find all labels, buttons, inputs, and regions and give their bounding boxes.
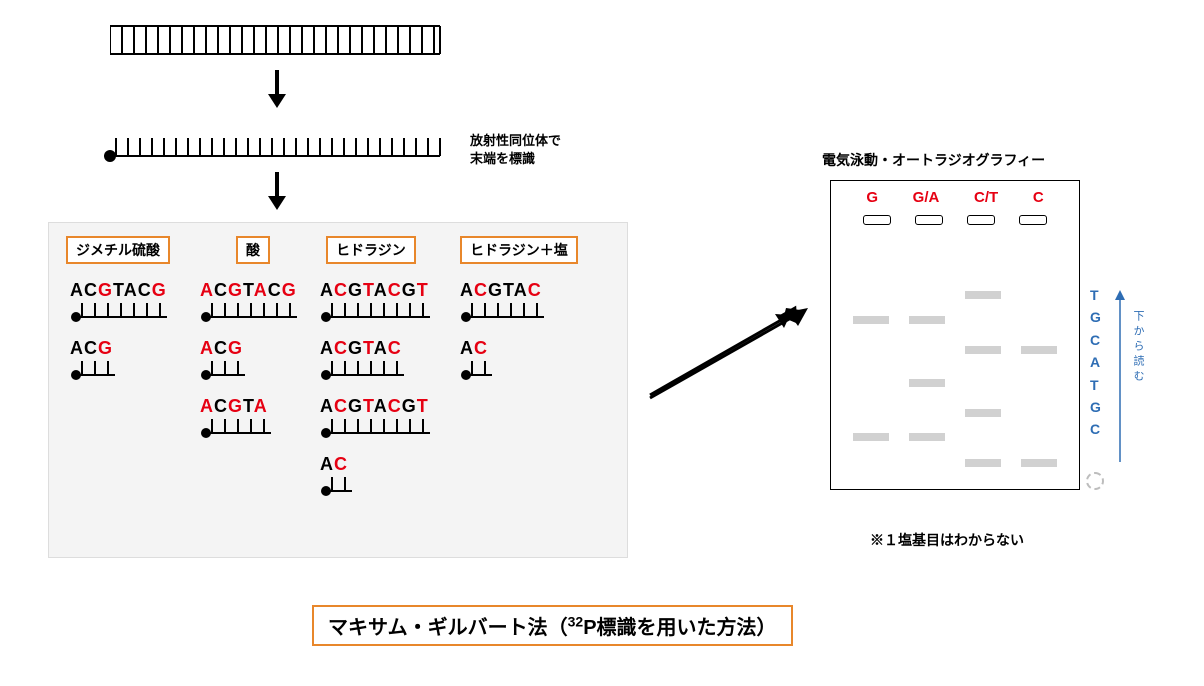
fragment-sequence: ACG	[200, 338, 309, 359]
gel-band	[965, 459, 1001, 467]
fragment-sequence: AC	[320, 454, 442, 475]
gel-band	[909, 379, 945, 387]
read-direction-label: 下から読む	[1130, 310, 1146, 385]
reagent-label-4: ヒドラジン＋塩	[460, 236, 578, 264]
fragment-backbone-icon	[200, 301, 309, 323]
fragment-sequence: ACGTAC	[320, 338, 442, 359]
fragment-backbone-icon	[70, 359, 127, 381]
fragment-backbone-icon	[320, 359, 416, 381]
unknown-base-icon	[1086, 472, 1104, 490]
fragment-backbone-icon	[200, 417, 283, 439]
reagent-label-2: 酸	[236, 236, 270, 264]
gel-lane-header: C/T	[974, 189, 998, 206]
gel-box: G G/A C/T C	[830, 180, 1080, 490]
gel-band	[909, 316, 945, 324]
gel-title: 電気泳動・オートラジオグラフィー	[822, 150, 1045, 170]
fragment-sequence: ACGTA	[200, 396, 309, 417]
fragment-sequence: ACGTACGT	[320, 280, 442, 301]
fragment-backbone-icon	[70, 301, 179, 323]
gel-band	[965, 346, 1001, 354]
gel-band	[909, 433, 945, 441]
method-title: マキサム・ギルバート法（32P標識を用いた方法）	[312, 605, 793, 646]
fragment-sequence: AC	[460, 338, 556, 359]
gel-band	[1021, 459, 1057, 467]
gel-band	[965, 291, 1001, 299]
fragment-sequence: ACG	[70, 338, 179, 359]
gel-well-icon	[915, 215, 943, 225]
diagonal-arrow-icon	[640, 300, 820, 410]
labeled-ssdna-icon	[104, 128, 444, 164]
gel-lane-header: G/A	[913, 189, 940, 206]
fragment-backbone-icon	[320, 301, 442, 323]
footnote-text: ※１塩基目はわからない	[870, 530, 1024, 550]
fragment-backbone-icon	[200, 359, 257, 381]
fragment-sequence: ACGTACGT	[320, 396, 442, 417]
gel-well-icon	[967, 215, 995, 225]
radiolabel-text: 放射性同位体で 末端を標識	[470, 132, 561, 168]
fragment-backbone-icon	[320, 475, 364, 497]
up-arrow-icon	[1112, 286, 1128, 466]
gel-lane-header: C	[1033, 189, 1044, 206]
dsdna-icon	[110, 20, 450, 60]
fragment-sequence: ACGTACG	[200, 280, 309, 301]
gel-band	[1021, 346, 1057, 354]
fragment-backbone-icon	[460, 359, 504, 381]
gel-band	[853, 433, 889, 441]
gel-well-icon	[863, 215, 891, 225]
gel-band	[965, 409, 1001, 417]
fragment-sequence: ACGTAC	[460, 280, 556, 301]
reagent-label-1: ジメチル硫酸	[66, 236, 170, 264]
fragment-backbone-icon	[460, 301, 556, 323]
fragment-sequence: ACGTACG	[70, 280, 179, 301]
down-arrow-icon	[262, 172, 292, 212]
gel-lane-header: G	[866, 189, 878, 206]
reagent-label-3: ヒドラジン	[326, 236, 416, 264]
read-sequence-column: T G C A T G C	[1090, 284, 1101, 441]
gel-band	[853, 316, 889, 324]
fragment-backbone-icon	[320, 417, 442, 439]
gel-well-icon	[1019, 215, 1047, 225]
down-arrow-icon	[262, 70, 292, 110]
